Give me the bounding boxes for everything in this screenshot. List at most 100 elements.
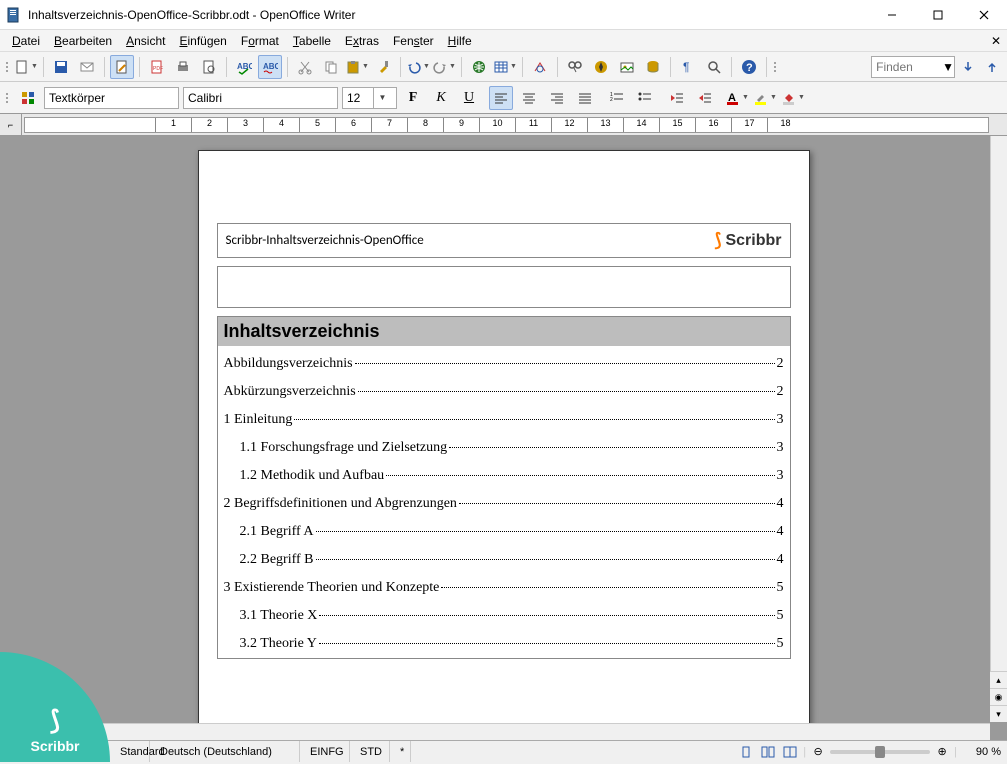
increase-indent-button[interactable] [693,86,717,110]
toolbar-grip-2[interactable] [772,62,778,72]
align-right-button[interactable] [545,86,569,110]
draw-functions-button[interactable] [528,55,552,79]
save-button[interactable] [49,55,73,79]
datasources-button[interactable] [641,55,665,79]
menu-view[interactable]: Ansicht [120,32,171,50]
align-justify-button[interactable] [573,86,597,110]
toc-entry[interactable]: 3 Existierende Theorien und Konzepte5 [218,574,790,602]
menu-window[interactable]: Fenster [387,32,440,50]
ruler-corner[interactable]: ⌐ [0,114,22,136]
zoom-in-button[interactable]: ⊕ [934,740,950,764]
hyperlink-button[interactable] [467,55,491,79]
format-paintbrush-button[interactable] [371,55,395,79]
paste-button[interactable]: ▼ [345,55,369,79]
decrease-indent-button[interactable] [665,86,689,110]
menu-format[interactable]: Format [235,32,285,50]
find-box[interactable]: ▼ [871,56,955,78]
zoom-slider-thumb[interactable] [875,746,885,758]
toc-block[interactable]: Inhaltsverzeichnis Abbildungsverzeichnis… [217,316,791,659]
menu-extras[interactable]: Extras [339,32,385,50]
font-size-combo[interactable]: ▼ [342,87,397,109]
help-button[interactable]: ? [737,55,761,79]
status-selection-mode[interactable]: STD [350,741,390,762]
export-pdf-button[interactable]: PDF [145,55,169,79]
toc-entry[interactable]: 2.1 Begriff A4 [218,518,790,546]
table-button[interactable]: ▼ [493,55,517,79]
font-color-button[interactable]: A▼ [725,86,749,110]
toc-entry[interactable]: 3.2 Theorie Y5 [218,630,790,658]
highlight-button[interactable]: ▼ [753,86,777,110]
print-preview-button[interactable] [197,55,221,79]
maximize-button[interactable] [915,0,961,30]
status-modified[interactable]: * [390,741,411,762]
zoom-button[interactable] [702,55,726,79]
paragraph-style-combo[interactable]: ▼ [44,87,179,109]
empty-paragraph-block[interactable] [217,266,791,308]
zoom-out-button[interactable]: ⊖ [810,740,826,764]
find-replace-button[interactable] [563,55,587,79]
toc-entry[interactable]: 1.2 Methodik und Aufbau3 [218,462,790,490]
new-button[interactable]: ▼ [14,55,38,79]
nonprinting-chars-button[interactable]: ¶ [676,55,700,79]
bold-button[interactable]: F [401,86,425,110]
status-language[interactable]: Deutsch (Deutschland) [150,741,300,762]
toolbar2-grip[interactable] [4,93,10,103]
spellcheck-button[interactable]: ABC [232,55,256,79]
nav-target-button[interactable]: ◉ [990,688,1007,705]
menu-edit[interactable]: Bearbeiten [48,32,118,50]
toc-entry[interactable]: Abkürzungsverzeichnis2 [218,378,790,406]
view-multi-page-button[interactable] [759,744,777,760]
toc-entry[interactable]: 2 Begriffsdefinitionen und Abgrenzungen4 [218,490,790,518]
font-name-combo[interactable]: ▼ [183,87,338,109]
find-prev-button[interactable] [981,56,1003,78]
toolbar-grip[interactable] [4,62,10,72]
gallery-button[interactable] [615,55,639,79]
menu-help[interactable]: Hilfe [442,32,478,50]
toc-entry[interactable]: 1.1 Forschungsfrage und Zielsetzung3 [218,434,790,462]
find-next-button[interactable] [957,56,979,78]
toc-entry[interactable]: 2.2 Begriff B4 [218,546,790,574]
auto-spellcheck-button[interactable]: ABC [258,55,282,79]
font-size-dropdown[interactable]: ▼ [373,88,391,108]
document-page[interactable]: Scribbr-Inhaltsverzeichnis-OpenOffice ⟆S… [198,150,810,740]
find-dropdown[interactable]: ▼ [942,60,954,74]
font-name-input[interactable] [184,91,347,105]
minimize-button[interactable] [869,0,915,30]
view-single-page-button[interactable] [737,744,755,760]
page-down-button[interactable]: ▾ [990,705,1007,722]
close-button[interactable] [961,0,1007,30]
menu-table[interactable]: Tabelle [287,32,337,50]
menu-insert[interactable]: Einfügen [173,32,232,50]
redo-button[interactable]: ▼ [432,55,456,79]
view-book-button[interactable] [781,744,799,760]
font-size-input[interactable] [343,91,373,105]
cut-button[interactable] [293,55,317,79]
vertical-scrollbar[interactable] [990,136,1007,722]
toc-entry[interactable]: Abbildungsverzeichnis2 [218,350,790,378]
underline-button[interactable]: U [457,86,481,110]
edit-mode-button[interactable] [110,55,134,79]
zoom-level[interactable]: 90 % [961,746,1001,758]
align-center-button[interactable] [517,86,541,110]
navigator-button[interactable] [589,55,613,79]
styles-button[interactable] [16,86,40,110]
zoom-slider[interactable] [830,750,930,754]
horizontal-ruler[interactable]: 123456789101112131415161718 [24,117,989,133]
horizontal-scrollbar[interactable] [0,723,990,740]
menu-close-button[interactable]: ✕ [991,34,1001,48]
mail-button[interactable] [75,55,99,79]
page-up-button[interactable]: ▴ [990,671,1007,688]
menu-file[interactable]: Datei [6,32,46,50]
document-header[interactable]: Scribbr-Inhaltsverzeichnis-OpenOffice ⟆S… [217,223,791,258]
print-button[interactable] [171,55,195,79]
undo-button[interactable]: ▼ [406,55,430,79]
numbered-list-button[interactable]: 12 [605,86,629,110]
align-left-button[interactable] [489,86,513,110]
toc-entry[interactable]: 1 Einleitung3 [218,406,790,434]
copy-button[interactable] [319,55,343,79]
document-workspace[interactable]: Scribbr-Inhaltsverzeichnis-OpenOffice ⟆S… [0,136,1007,740]
background-color-button[interactable]: ▼ [781,86,805,110]
bullet-list-button[interactable] [633,86,657,110]
italic-button[interactable]: K [429,86,453,110]
find-input[interactable] [872,60,942,74]
